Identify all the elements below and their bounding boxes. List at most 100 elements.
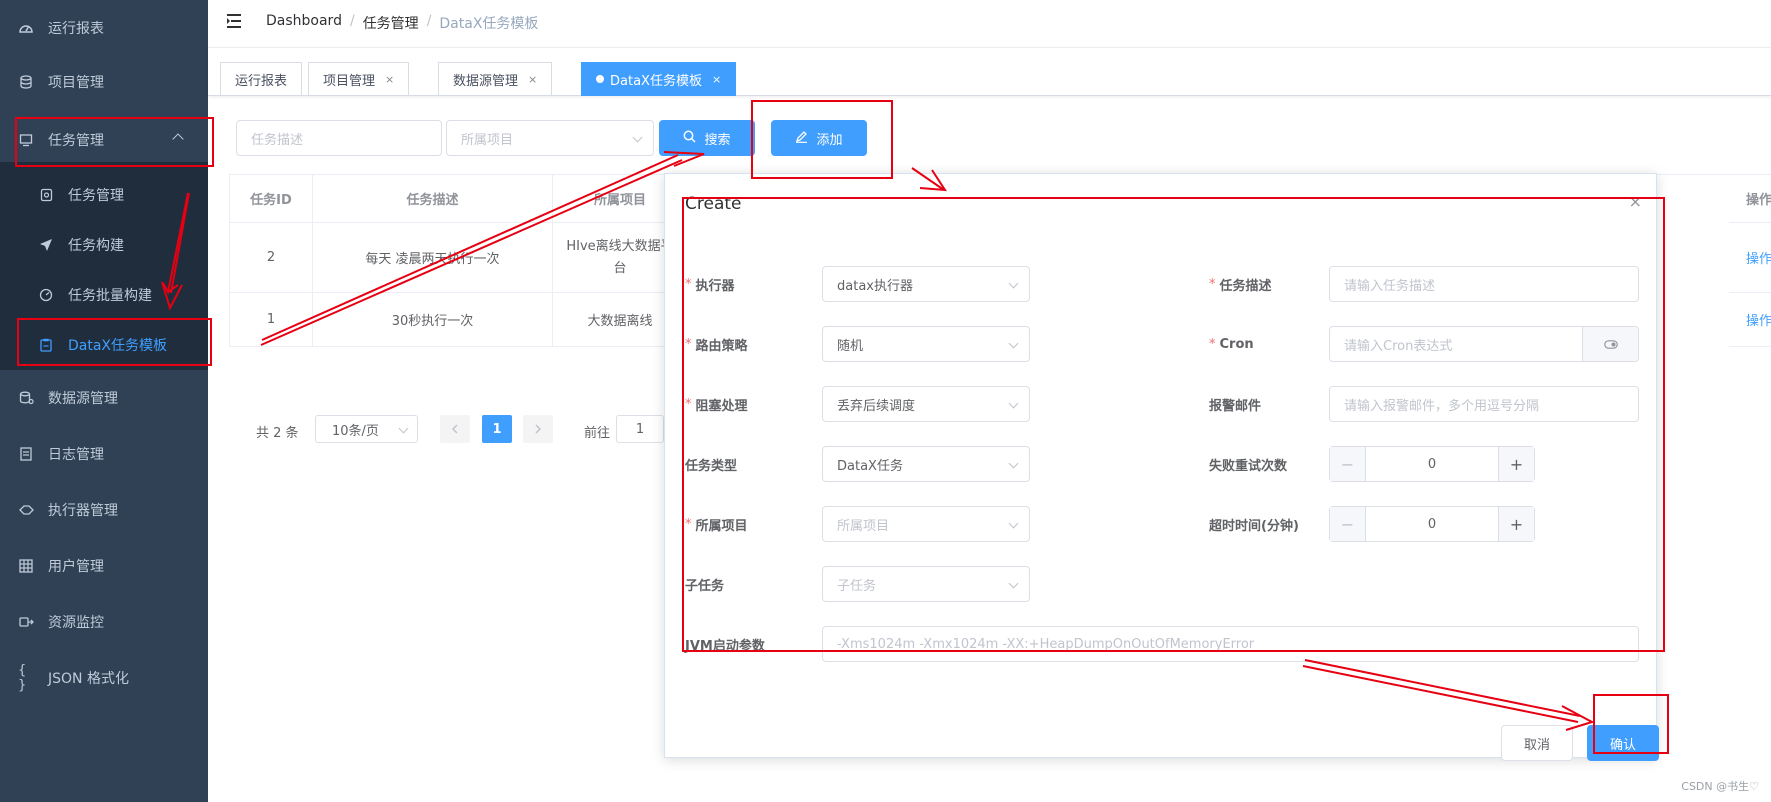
sidebar-item-datasource[interactable]: 数据源管理: [0, 370, 208, 426]
breadcrumb: Dashboard / 任务管理 / DataX任务模板: [266, 13, 538, 33]
cancel-button[interactable]: 取消: [1501, 725, 1573, 761]
datasource-icon: [18, 390, 34, 406]
paper-plane-icon: [38, 237, 54, 253]
breadcrumb-item-current: DataX任务模板: [439, 16, 539, 32]
table-cell-id: 1: [229, 293, 313, 347]
plus-icon[interactable]: +: [1498, 447, 1534, 481]
hamburger-icon[interactable]: [226, 13, 244, 29]
sidebar-item-label: 运行报表: [48, 21, 104, 37]
submenu-item-label: 任务批量构建: [68, 288, 152, 304]
task-desc-search-input[interactable]: 任务描述: [236, 120, 442, 156]
clipboard-icon: [38, 337, 54, 353]
table-header-id: 任务ID: [229, 175, 313, 223]
table-cell-op-link[interactable]: 操作: [1729, 293, 1771, 347]
page-size-select[interactable]: 10条/页: [315, 415, 418, 443]
sidebar-item-executor[interactable]: 执行器管理: [0, 482, 208, 538]
sidebar-item-label: 用户管理: [48, 559, 104, 575]
submenu-item-label: DataX任务模板: [68, 338, 168, 354]
sidebar-item-dashboard[interactable]: 运行报表: [0, 0, 208, 56]
dashboard-icon: [18, 20, 34, 36]
confirm-button[interactable]: 确认: [1587, 725, 1659, 761]
table-cell-desc: 每天 凌晨两天执行一次: [313, 223, 553, 293]
sidebar-item-task[interactable]: 任务管理: [0, 112, 208, 168]
block-strategy-select[interactable]: 丢弃后续调度: [822, 386, 1030, 422]
close-icon[interactable]: ×: [528, 73, 537, 86]
create-dialog: Create × * 执行器 datax执行器 * 路由策略 随机 * 阻塞处理 丢弃…: [664, 173, 1659, 761]
project-select[interactable]: 所属项目: [446, 120, 654, 156]
table-icon: [18, 558, 34, 574]
next-page-button[interactable]: [523, 415, 553, 443]
task-desc-input[interactable]: 请输入任务描述: [1329, 266, 1639, 302]
watermark: CSDN @书生♡: [1681, 780, 1759, 793]
jvm-params-input[interactable]: -Xms1024m -Xmx1024m -XX:+HeapDumpOnOutOf…: [822, 626, 1639, 662]
table-header-desc: 任务描述: [313, 175, 553, 223]
route-strategy-select[interactable]: 随机: [822, 326, 1030, 362]
input-placeholder: 所属项目: [461, 132, 514, 148]
tag-datax-template[interactable]: DataX任务模板 ×: [581, 62, 737, 96]
retry-count-value: 0: [1427, 456, 1437, 472]
search-button[interactable]: 搜索: [659, 120, 755, 156]
timeout-stepper[interactable]: − 0 +: [1329, 506, 1535, 542]
goto-page-value: 1: [635, 421, 645, 437]
tag-dashboard[interactable]: 运行报表: [220, 62, 303, 96]
cron-input[interactable]: 请输入Cron表达式: [1329, 326, 1639, 362]
project-select[interactable]: 所属项目: [822, 506, 1030, 542]
sidebar-item-label: 执行器管理: [48, 503, 118, 519]
active-dot-icon: [596, 75, 604, 83]
tag-label: 运行报表: [235, 73, 288, 89]
field-label-project: * 所属项目: [685, 516, 748, 534]
sidebar-item-label: 数据源管理: [48, 391, 118, 407]
sidebar-item-label: 任务管理: [48, 133, 104, 149]
breadcrumb-separator: /: [426, 13, 432, 29]
add-button-label: 添加: [816, 132, 843, 148]
sidebar-item-resource[interactable]: 资源监控: [0, 594, 208, 650]
retry-count-stepper[interactable]: − 0 +: [1329, 446, 1535, 482]
tag-label: DataX任务模板: [610, 73, 702, 89]
sidebar-item-label: JSON 格式化: [48, 671, 129, 687]
chevron-down-icon: [398, 423, 409, 434]
close-icon[interactable]: ×: [1629, 192, 1642, 211]
submenu-item-task-build[interactable]: 任务构建: [0, 220, 208, 270]
submenu-item-datax-template[interactable]: DataX任务模板: [0, 320, 208, 370]
prev-page-button[interactable]: [440, 415, 470, 443]
monitor-icon: [18, 132, 34, 148]
subtask-select[interactable]: 子任务: [822, 566, 1030, 602]
sidebar-item-json[interactable]: { } JSON 格式化: [0, 650, 208, 706]
field-label-cron: * Cron: [1209, 336, 1254, 352]
page-number-current[interactable]: 1: [482, 415, 512, 443]
close-icon[interactable]: ×: [712, 73, 721, 86]
sidebar-item-log[interactable]: 日志管理: [0, 426, 208, 482]
goto-page-input[interactable]: 1: [616, 415, 664, 443]
tag-label: 数据源管理: [453, 73, 519, 89]
task-type-select[interactable]: DataX任务: [822, 446, 1030, 482]
field-label-executor: * 执行器: [685, 276, 735, 294]
tag-label: 项目管理: [323, 73, 376, 89]
close-icon[interactable]: ×: [385, 73, 394, 86]
sidebar-item-user[interactable]: 用户管理: [0, 538, 208, 594]
sidebar-item-label: 日志管理: [48, 447, 104, 463]
dashboard-icon: [38, 287, 54, 303]
cron-toggle-icon[interactable]: [1582, 327, 1638, 361]
executor-select[interactable]: datax执行器: [822, 266, 1030, 302]
add-button[interactable]: 添加: [771, 120, 867, 156]
submenu-task: 任务管理 任务构建 任务批量构建 DataX任务模板: [0, 162, 208, 370]
chevron-down-icon: [1008, 278, 1019, 289]
alarm-email-input[interactable]: 请输入报警邮件，多个用逗号分隔: [1329, 386, 1639, 422]
executor-icon: [18, 502, 34, 518]
table-cell-op-link[interactable]: 操作: [1729, 223, 1771, 293]
breadcrumb-item-task[interactable]: 任务管理: [363, 13, 419, 33]
plus-icon[interactable]: +: [1498, 507, 1534, 541]
submenu-item-task-batch-build[interactable]: 任务批量构建: [0, 270, 208, 320]
chevron-down-icon: [1008, 578, 1019, 589]
minus-icon[interactable]: −: [1330, 507, 1366, 541]
tag-datasource[interactable]: 数据源管理 ×: [438, 62, 553, 96]
breadcrumb-item-dashboard[interactable]: Dashboard: [266, 13, 342, 33]
tag-project[interactable]: 项目管理 ×: [308, 62, 410, 96]
submenu-item-task-manage[interactable]: 任务管理: [0, 170, 208, 220]
sidebar-item-project[interactable]: 项目管理: [0, 54, 208, 110]
chevron-down-icon: [1008, 458, 1019, 469]
tags-view: 运行报表 项目管理 × 数据源管理 × DataX任务模板 ×: [208, 48, 1771, 96]
minus-icon[interactable]: −: [1330, 447, 1366, 481]
field-label-jvm: JVM启动参数: [685, 638, 765, 654]
pagination-total: 共 2 条: [256, 426, 299, 441]
